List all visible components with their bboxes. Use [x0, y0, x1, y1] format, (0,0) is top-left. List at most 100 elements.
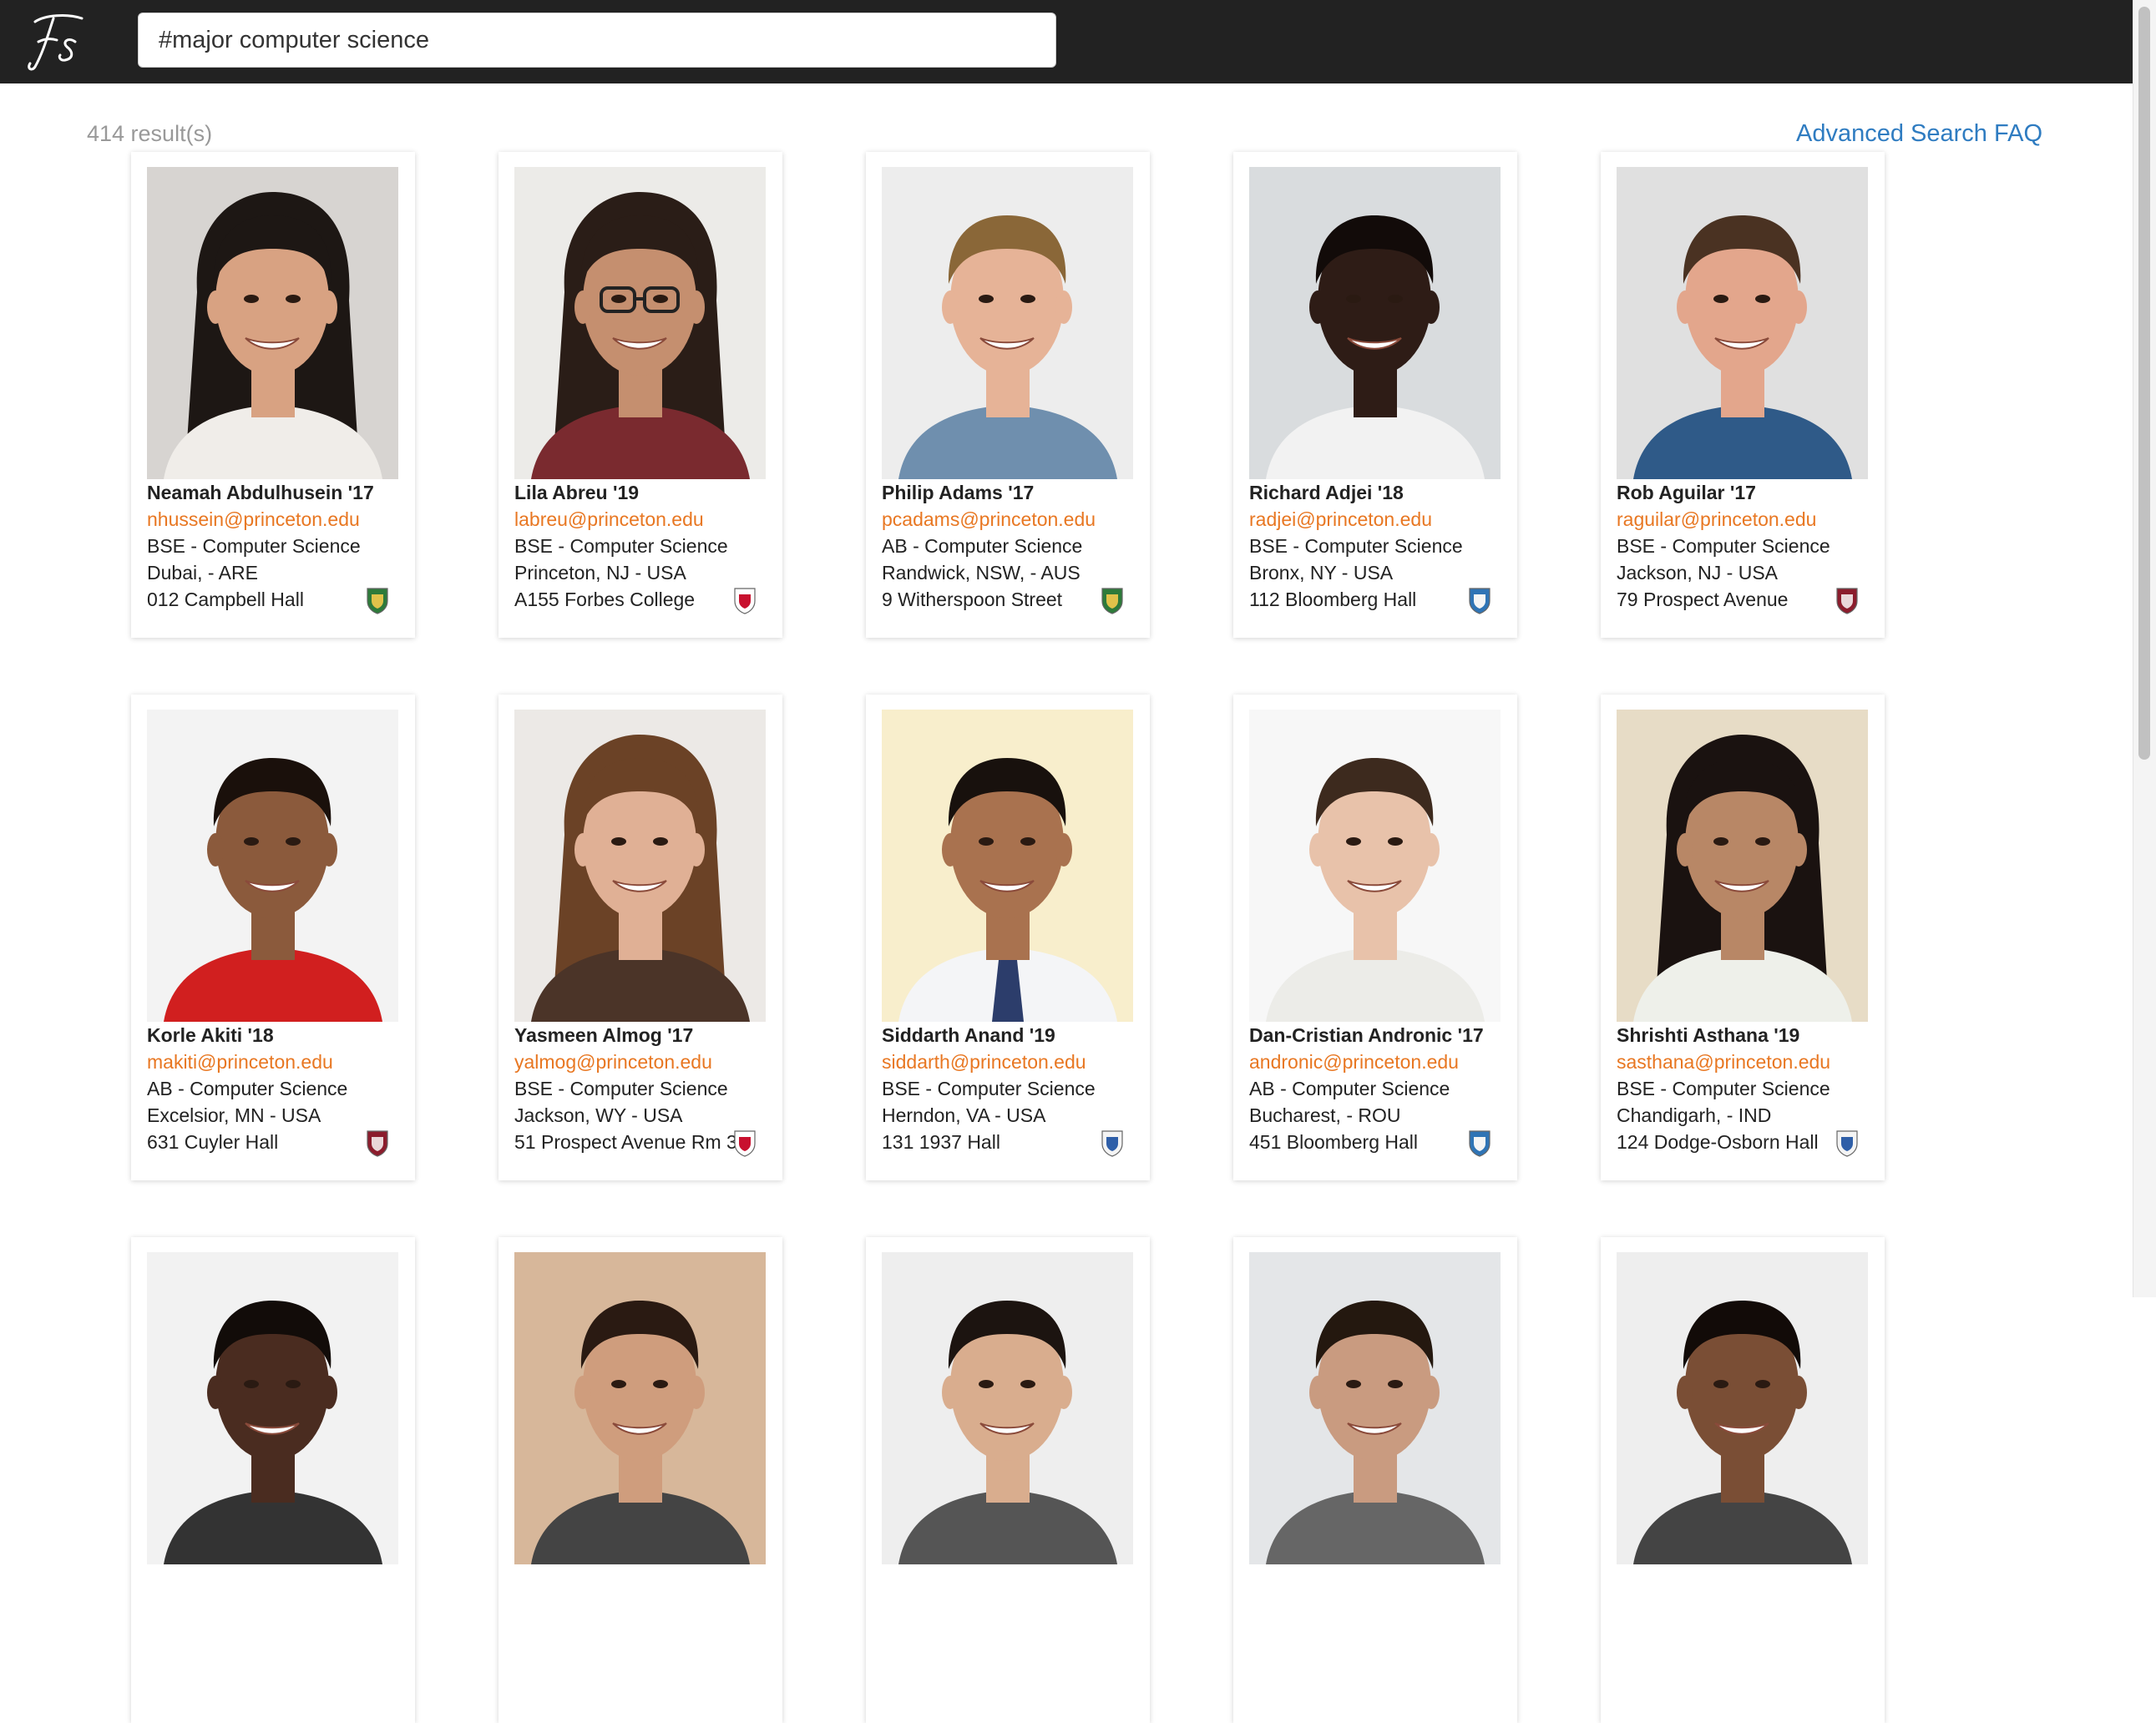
green-crest-icon — [367, 588, 388, 614]
student-hometown: Jackson, NJ - USA — [1617, 562, 1778, 584]
student-card[interactable]: Dan-Cristian Andronic '17 andronic@prince… — [1233, 695, 1517, 1180]
student-card[interactable]: Yasmeen Almog '17 yalmog@princeton.edu BSE… — [499, 695, 782, 1180]
student-photo[interactable] — [1617, 1252, 1868, 1564]
student-email-link[interactable]: sasthana@princeton.edu — [1617, 1048, 1875, 1075]
student-photo[interactable] — [1249, 1252, 1501, 1564]
student-card[interactable] — [866, 1237, 1150, 1723]
portrait-illustration — [514, 710, 766, 1022]
portrait-illustration — [514, 167, 766, 479]
student-card[interactable] — [131, 1237, 415, 1723]
student-photo[interactable] — [882, 1252, 1133, 1564]
student-photo[interactable] — [514, 710, 766, 1022]
portrait-illustration — [514, 1252, 766, 1564]
portrait-illustration — [1617, 167, 1868, 479]
student-photo[interactable] — [147, 167, 398, 479]
student-email-link[interactable]: yalmog@princeton.edu — [514, 1048, 773, 1075]
portrait-illustration — [1617, 710, 1868, 1022]
green-crest-icon — [1101, 588, 1123, 614]
student-name: Siddarth Anand '19 — [882, 1024, 1055, 1046]
portrait-illustration — [882, 167, 1133, 479]
student-degree: AB - Computer Science — [147, 1078, 348, 1099]
scrollbar-thumb[interactable] — [2138, 7, 2150, 760]
student-email-link[interactable]: radjei@princeton.edu — [1249, 506, 1508, 533]
student-name: Yasmeen Almog '17 — [514, 1024, 694, 1046]
student-photo[interactable] — [147, 710, 398, 1022]
blue-crest-icon — [1469, 1130, 1490, 1157]
student-name: Korle Akiti '18 — [147, 1024, 274, 1046]
student-degree: BSE - Computer Science — [514, 535, 728, 557]
student-card[interactable]: Philip Adams '17 pcadams@princeton.edu AB … — [866, 152, 1150, 638]
student-email-link[interactable]: siddarth@princeton.edu — [882, 1048, 1141, 1075]
student-photo[interactable] — [882, 710, 1133, 1022]
student-hometown: Excelsior, MN - USA — [147, 1104, 321, 1126]
portrait-illustration — [147, 167, 398, 479]
student-email-link[interactable]: labreu@princeton.edu — [514, 506, 773, 533]
advanced-search-faq-link[interactable]: Advanced Search FAQ — [1796, 120, 2042, 148]
maroon-crest-icon — [1836, 588, 1858, 614]
student-card[interactable]: Korle Akiti '18 makiti@princeton.edu AB - … — [131, 695, 415, 1180]
student-name: Philip Adams '17 — [882, 482, 1035, 503]
portrait-illustration — [1617, 1252, 1868, 1564]
student-card[interactable]: Shrishti Asthana '19 sasthana@princeton.e… — [1601, 695, 1885, 1180]
search-input[interactable] — [138, 13, 1056, 68]
portrait-illustration — [1249, 167, 1501, 479]
maroon-crest-icon — [367, 1130, 388, 1157]
student-photo[interactable] — [882, 167, 1133, 479]
student-card[interactable] — [1601, 1237, 1885, 1723]
student-photo[interactable] — [1249, 710, 1501, 1022]
student-degree: AB - Computer Science — [882, 535, 1083, 557]
student-name: Rob Aguilar '17 — [1617, 482, 1756, 503]
result-count: 414 result(s) — [87, 121, 213, 146]
student-hometown: Princeton, NJ - USA — [514, 562, 686, 584]
student-hometown: Chandigarh, - IND — [1617, 1104, 1772, 1126]
student-email-link[interactable]: pcadams@princeton.edu — [882, 506, 1141, 533]
student-email-link[interactable]: raguilar@princeton.edu — [1617, 506, 1875, 533]
student-degree: BSE - Computer Science — [147, 535, 361, 557]
student-hometown: Herndon, VA - USA — [882, 1104, 1046, 1126]
student-card[interactable]: Siddarth Anand '19 siddarth@princeton.edu… — [866, 695, 1150, 1180]
student-photo[interactable] — [1617, 710, 1868, 1022]
student-hometown: Jackson, WY - USA — [514, 1104, 683, 1126]
student-card[interactable]: Neamah Abdulhusein '17 nhussein@princeton… — [131, 152, 415, 638]
portrait-illustration — [1249, 1252, 1501, 1564]
student-degree: BSE - Computer Science — [1249, 535, 1463, 557]
student-degree: BSE - Computer Science — [514, 1078, 728, 1099]
student-hometown: Bucharest, - ROU — [1249, 1104, 1401, 1126]
portrait-illustration — [1249, 710, 1501, 1022]
student-hometown: Randwick, NSW, - AUS — [882, 562, 1081, 584]
student-degree: AB - Computer Science — [1249, 1078, 1450, 1099]
student-name: Lila Abreu '19 — [514, 482, 640, 503]
student-degree: BSE - Computer Science — [1617, 535, 1830, 557]
student-email-link[interactable]: nhussein@princeton.edu — [147, 506, 406, 533]
student-degree: BSE - Computer Science — [1617, 1078, 1830, 1099]
student-hometown: Dubai, - ARE — [147, 562, 258, 584]
portrait-illustration — [882, 710, 1133, 1022]
portrait-illustration — [882, 1252, 1133, 1564]
student-card[interactable] — [1233, 1237, 1517, 1723]
top-navigation-bar — [0, 0, 2133, 83]
blue-gold-crest-icon — [1836, 1130, 1858, 1157]
page-scrollbar[interactable] — [2133, 0, 2156, 1297]
student-photo[interactable] — [514, 167, 766, 479]
student-photo[interactable] — [514, 1252, 766, 1564]
red-white-crest-icon — [734, 1130, 756, 1157]
student-photo[interactable] — [1249, 167, 1501, 479]
student-card[interactable]: Richard Adjei '18 radjei@princeton.edu BSE… — [1233, 152, 1517, 638]
student-card[interactable]: Lila Abreu '19 labreu@princeton.edu BSE - … — [499, 152, 782, 638]
blue-gold-crest-icon — [1101, 1130, 1123, 1157]
red-white-crest-icon — [734, 588, 756, 614]
blue-crest-icon — [1469, 588, 1490, 614]
student-name: Neamah Abdulhusein '17 — [147, 482, 374, 503]
student-photo[interactable] — [1617, 167, 1868, 479]
student-email-link[interactable]: andronic@princeton.edu — [1249, 1048, 1508, 1075]
portrait-illustration — [147, 710, 398, 1022]
student-photo[interactable] — [147, 1252, 398, 1564]
student-name: Richard Adjei '18 — [1249, 482, 1404, 503]
student-card[interactable] — [499, 1237, 782, 1723]
fs-logo-icon[interactable] — [23, 8, 92, 75]
student-card[interactable]: Rob Aguilar '17 raguilar@princeton.edu BSE… — [1601, 152, 1885, 638]
student-name: Shrishti Asthana '19 — [1617, 1024, 1800, 1046]
student-hometown: Bronx, NY - USA — [1249, 562, 1394, 584]
student-degree: BSE - Computer Science — [882, 1078, 1096, 1099]
student-email-link[interactable]: makiti@princeton.edu — [147, 1048, 406, 1075]
